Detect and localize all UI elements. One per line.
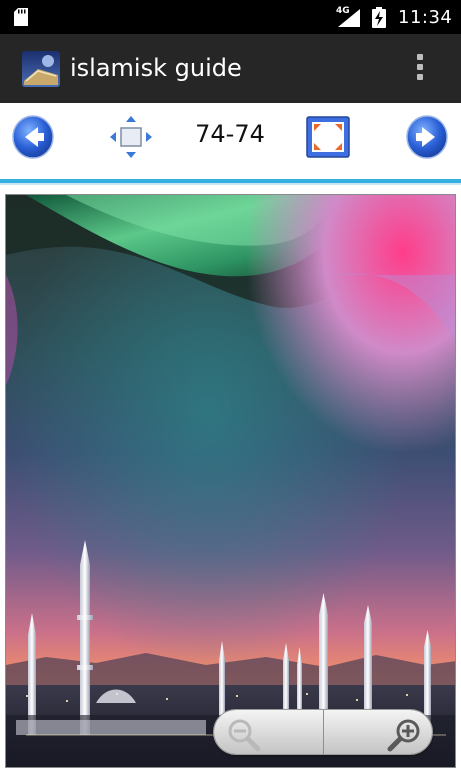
battery-charging-icon [372,7,386,28]
app-title: islamisk guide [70,54,242,82]
sd-card-icon [14,8,28,26]
screen: { "status_bar": { "network_type": "4G", … [0,0,461,768]
fit-page-icon[interactable] [109,115,153,159]
signal-icon [338,9,360,27]
mosque-wallpaper-image [6,195,455,767]
zoom-out-icon [228,719,261,752]
previous-page-icon[interactable] [11,114,55,160]
zoom-in-button[interactable] [322,710,432,754]
reader-toolbar: 74-74 [0,103,461,179]
page-indicator: 74-74 [195,120,265,148]
overflow-menu-icon[interactable] [410,54,430,86]
page-viewer[interactable] [5,194,456,768]
status-bar: 4G 11:34 [0,0,461,34]
fullscreen-icon[interactable] [306,116,350,158]
zoom-controls [213,709,433,755]
clock: 11:34 [398,7,453,28]
next-page-icon[interactable] [405,114,449,160]
zoom-out-button[interactable] [214,710,323,754]
app-bar: islamisk guide [0,34,461,103]
app-logo-icon[interactable] [22,51,60,87]
zoom-in-icon [387,719,420,752]
toolbar-divider-shadow [0,183,461,185]
